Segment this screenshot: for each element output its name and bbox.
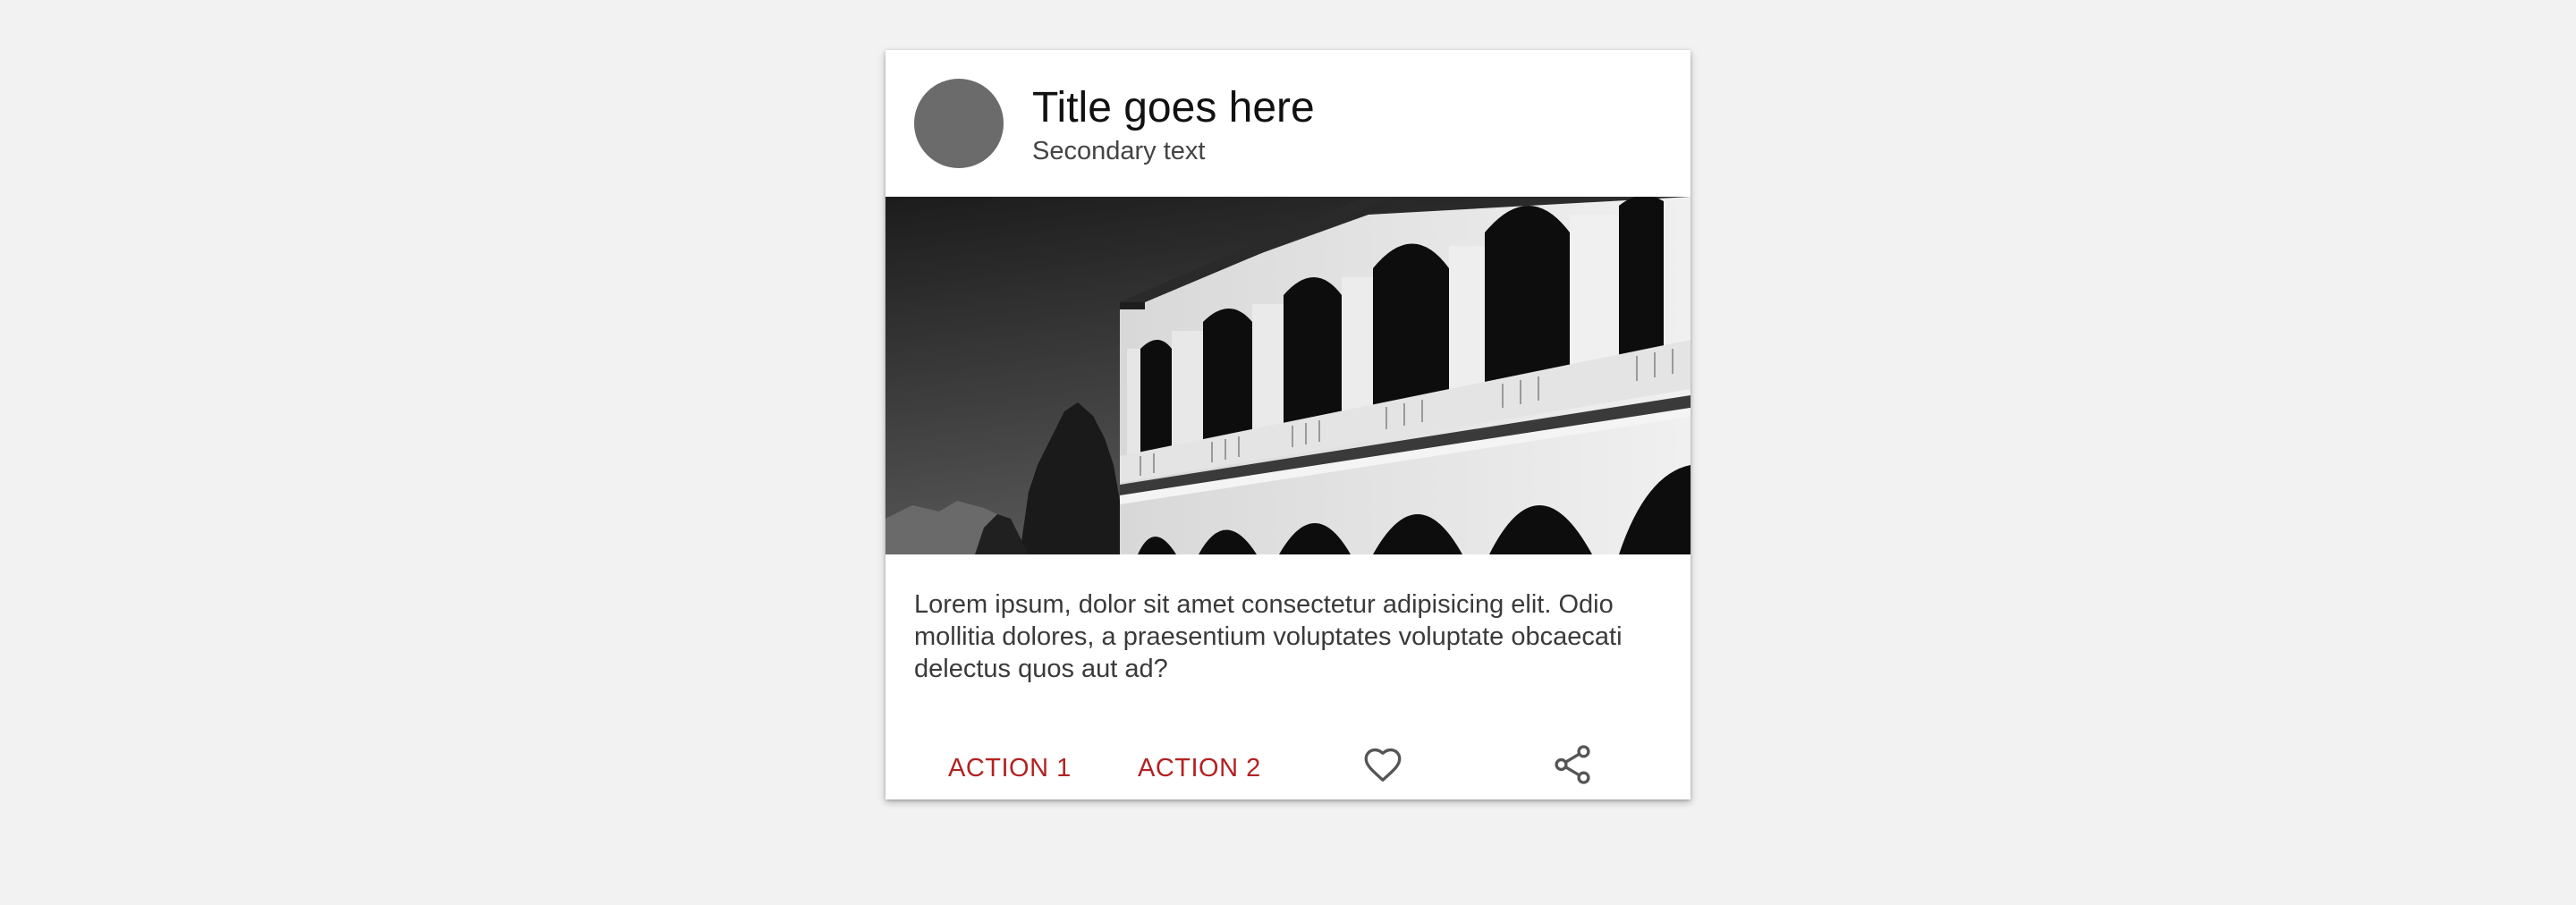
favorite-button[interactable] xyxy=(1360,742,1405,787)
share-icon xyxy=(1550,742,1595,787)
card-title: Title goes here xyxy=(1032,84,1315,131)
card-media-image xyxy=(886,197,1690,554)
card-body-text: Lorem ipsum, dolor sit amet consectetur … xyxy=(914,590,1623,683)
card-secondary-text: Secondary text xyxy=(1032,137,1206,165)
share-button[interactable] xyxy=(1550,742,1595,787)
card-actions: ACTION 1 ACTION 2 xyxy=(886,745,1690,799)
action-2-button[interactable]: ACTION 2 xyxy=(1138,748,1261,789)
action-1-button[interactable]: ACTION 1 xyxy=(948,748,1072,789)
card: Title goes here Secondary text Lorem ips… xyxy=(886,50,1690,799)
avatar xyxy=(914,79,1004,168)
heart-icon xyxy=(1360,742,1405,787)
card-header: Title goes here Secondary text xyxy=(886,50,1690,197)
